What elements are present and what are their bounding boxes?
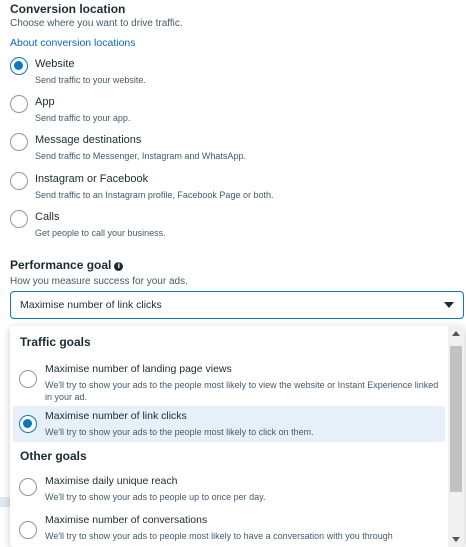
radio-button[interactable] bbox=[10, 172, 28, 190]
option-label: Website bbox=[35, 58, 75, 70]
performance-goal-subtitle: How you measure success for your ads. bbox=[10, 276, 188, 287]
option-label: Maximise number of conversations bbox=[45, 514, 208, 526]
group-title-other-goals: Other goals bbox=[20, 449, 87, 463]
goal-option-link-clicks[interactable]: Maximise number of link clicks We'll try… bbox=[13, 406, 445, 442]
group-title-traffic-goals: Traffic goals bbox=[20, 335, 91, 349]
option-label: Instagram or Facebook bbox=[35, 173, 149, 185]
performance-goal-title-text: Performance goal bbox=[10, 258, 112, 272]
conversion-option-app[interactable]: App Send traffic to your app. bbox=[10, 95, 450, 131]
performance-goal-dropdown: Traffic goals Maximise number of landing… bbox=[10, 326, 464, 547]
option-label: Maximise number of link clicks bbox=[45, 410, 187, 422]
option-description: We'll try to show your ads to people mos… bbox=[45, 531, 393, 541]
conversion-option-website[interactable]: Website Send traffic to your website. bbox=[10, 57, 450, 93]
option-description: We'll try to show your ads to people up … bbox=[45, 492, 266, 502]
option-description: Send traffic to your website. bbox=[35, 75, 146, 85]
option-description: Send traffic to an Instagram profile, Fa… bbox=[35, 190, 274, 200]
performance-goal-select[interactable]: Maximise number of link clicks bbox=[10, 291, 464, 319]
goal-option-conversations[interactable]: Maximise number of conversations We'll t… bbox=[13, 510, 445, 547]
option-label: Maximise number of landing page views bbox=[45, 363, 232, 375]
scroll-down-arrow-icon[interactable] bbox=[452, 537, 460, 542]
option-label: Calls bbox=[35, 211, 60, 223]
about-conversion-locations-link[interactable]: About conversion locations bbox=[10, 37, 136, 49]
radio-button-checked[interactable] bbox=[19, 415, 37, 433]
radio-button[interactable] bbox=[10, 133, 28, 151]
select-value: Maximise number of link clicks bbox=[20, 299, 162, 311]
radio-button-checked[interactable] bbox=[10, 57, 28, 75]
option-label: Maximise daily unique reach bbox=[45, 475, 178, 487]
radio-button[interactable] bbox=[19, 370, 37, 388]
conversion-option-message-destinations[interactable]: Message destinations Send traffic to Mes… bbox=[10, 133, 450, 169]
option-label: App bbox=[35, 96, 55, 108]
conversion-option-calls[interactable]: Calls Get people to call your business. bbox=[10, 210, 450, 246]
conversion-option-instagram-or-facebook[interactable]: Instagram or Facebook Send traffic to an… bbox=[10, 172, 450, 208]
info-icon[interactable]: i bbox=[114, 262, 124, 271]
radio-button[interactable] bbox=[10, 210, 28, 228]
radio-button[interactable] bbox=[19, 521, 37, 539]
dropdown-scrollbar[interactable] bbox=[448, 326, 464, 547]
radio-button[interactable] bbox=[10, 95, 28, 113]
scroll-up-arrow-icon[interactable] bbox=[452, 331, 460, 336]
option-description: Get people to call your business. bbox=[35, 228, 166, 238]
option-description: Send traffic to your app. bbox=[35, 113, 131, 123]
option-label: Message destinations bbox=[35, 134, 142, 146]
option-description: We'll try to show your ads to the people… bbox=[45, 380, 439, 402]
performance-goal-title: Performance goal i bbox=[10, 258, 124, 272]
conversion-location-subtitle: Choose where you want to drive traffic. bbox=[10, 18, 183, 29]
radio-button[interactable] bbox=[19, 478, 37, 496]
conversion-location-title: Conversion location bbox=[10, 2, 126, 16]
caret-down-icon bbox=[444, 302, 454, 308]
goal-option-landing-page-views[interactable]: Maximise number of landing page views We… bbox=[13, 359, 445, 402]
background-strip bbox=[0, 497, 10, 507]
scrollbar-thumb[interactable] bbox=[450, 346, 462, 492]
option-description: Send traffic to Messenger, Instagram and… bbox=[35, 151, 246, 161]
option-description: We'll try to show your ads to the people… bbox=[45, 427, 314, 437]
goal-option-daily-unique-reach[interactable]: Maximise daily unique reach We'll try to… bbox=[13, 471, 445, 505]
